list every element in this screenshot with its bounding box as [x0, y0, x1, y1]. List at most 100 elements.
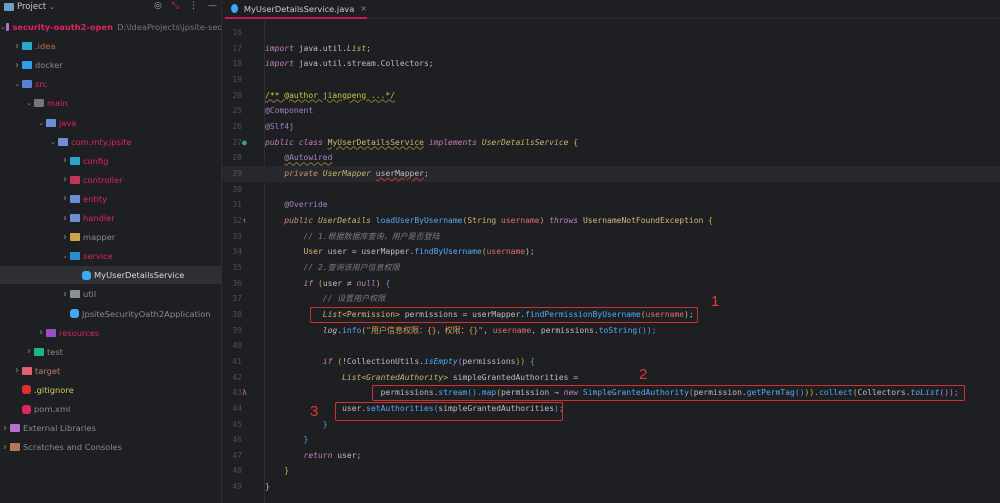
tree-item[interactable]: ⌄ com.mty.jpsite	[0, 133, 222, 151]
code-text: public UserDetails loadUserByUsername(St…	[265, 213, 713, 229]
code-line[interactable]: 17 import java.util.List;	[222, 41, 1000, 57]
chevron-right-icon[interactable]: ›	[60, 289, 70, 300]
code-editor[interactable]: 16 17 import java.util.List; 18 import java.…	[222, 20, 1000, 503]
tree-item[interactable]: › config	[0, 152, 222, 170]
tree-item-label: config	[83, 155, 109, 166]
project-panel-title[interactable]: Project	[17, 2, 46, 12]
tree-item[interactable]: ⌄ java	[0, 114, 222, 132]
code-line[interactable]: 46 }	[222, 432, 1000, 448]
tree-item[interactable]: › External Libraries	[0, 419, 222, 437]
chevron-right-icon[interactable]: ›	[60, 232, 70, 243]
close-icon[interactable]: ×	[360, 4, 367, 13]
code-line[interactable]: 26 @Slf4j	[222, 119, 1000, 135]
code-line[interactable]: 28 @Autowired	[222, 150, 1000, 166]
code-line[interactable]: 36 if (user ≠ null) {	[222, 276, 1000, 292]
code-line[interactable]: 19	[222, 72, 1000, 88]
chevron-right-icon[interactable]: ›	[12, 60, 22, 71]
tree-item[interactable]: › target	[0, 362, 222, 380]
code-line[interactable]: 39 log.info("用户信息权限：{}，权限：{}", username,…	[222, 323, 1000, 339]
minimize-icon[interactable]: —	[208, 1, 217, 11]
code-text: }	[265, 463, 289, 479]
code-line[interactable]: 48 }	[222, 463, 1000, 479]
annotation-label-1: 1	[711, 293, 720, 310]
lambda-icon[interactable]: λ	[242, 385, 247, 401]
code-line[interactable]: 40	[222, 338, 1000, 354]
chevron-down-icon[interactable]: ⌄	[60, 252, 70, 260]
tree-item[interactable]: .gitignore	[0, 381, 222, 399]
more-icon[interactable]: ⋮	[189, 1, 198, 11]
code-line[interactable]: 25 @Component	[222, 103, 1000, 119]
code-token: log	[322, 325, 338, 335]
tree-item[interactable]: › util	[0, 285, 222, 303]
chevron-right-icon[interactable]: ›	[12, 365, 22, 376]
chevron-down-icon[interactable]: ⌄	[48, 138, 58, 146]
code-line[interactable]: 37 // 设置用户权限	[222, 291, 1000, 307]
code-token: ;	[423, 168, 429, 178]
tree-item[interactable]: › handler	[0, 209, 222, 227]
chevron-right-icon[interactable]: ›	[0, 423, 10, 434]
file-icon	[22, 404, 31, 414]
tree-item[interactable]: › entity	[0, 190, 222, 208]
tree-item[interactable]: › test	[0, 343, 222, 361]
folder-icon	[10, 424, 20, 433]
chevron-right-icon[interactable]: ›	[0, 442, 10, 453]
tree-item[interactable]: JpsiteSecurityOath2Application	[0, 305, 222, 323]
bean-icon[interactable]: ●	[242, 135, 247, 151]
tree-item[interactable]: ⌄ security-oauth2-open D:\IdeaProjects\jps…	[0, 18, 222, 36]
chevron-right-icon[interactable]: ›	[24, 346, 34, 357]
tab-myuserdetailsservice[interactable]: MyUserDetailsService.java ×	[225, 0, 367, 19]
code-line[interactable]: 42 List<GrantedAuthority> simpleGrantedA…	[222, 370, 1000, 386]
code-line[interactable]: 30	[222, 182, 1000, 198]
chevron-right-icon[interactable]: ›	[60, 155, 70, 166]
tree-item[interactable]: › .idea	[0, 37, 222, 55]
chevron-down-icon[interactable]: ⌄	[24, 99, 34, 107]
code-line[interactable]: 18 import java.util.stream.Collectors;	[222, 56, 1000, 72]
tree-item[interactable]: › docker	[0, 56, 222, 74]
chevron-down-icon[interactable]: ⌄	[0, 23, 6, 31]
chevron-down-icon[interactable]: ⌄	[12, 80, 22, 88]
code-line[interactable]: 16	[222, 25, 1000, 41]
chevron-right-icon[interactable]: ›	[12, 41, 22, 52]
tree-item[interactable]: ⌄ service	[0, 247, 222, 265]
tree-item[interactable]: MyUserDetailsService	[0, 266, 222, 285]
code-token: UsernameNotFoundException	[582, 215, 704, 225]
code-line[interactable]: 32 ↑ public UserDetails loadUserByUsernam…	[222, 213, 1000, 229]
collapse-icon[interactable]: ⤡	[172, 1, 179, 11]
code-token: info	[342, 325, 362, 335]
tree-item-label: test	[47, 346, 63, 357]
line-number: 47	[232, 450, 242, 460]
code-token: }	[284, 466, 290, 476]
override-icon[interactable]: ↑	[242, 213, 247, 229]
code-text: if (!CollectionUtils.isEmpty(permissions…	[265, 354, 535, 370]
code-line[interactable]: 41 if (!CollectionUtils.isEmpty(permissi…	[222, 354, 1000, 370]
code-token: User	[303, 247, 323, 257]
tree-item[interactable]: › Scratches and Consoles	[0, 438, 222, 456]
line-number: 35	[232, 262, 242, 272]
chevron-down-icon[interactable]: ⌄	[49, 3, 55, 11]
chevron-right-icon[interactable]: ›	[36, 327, 46, 338]
code-line[interactable]: 35 // 2.查询该用户信息权限	[222, 260, 1000, 276]
chevron-down-icon[interactable]: ⌄	[36, 119, 46, 127]
tree-item[interactable]: › resources	[0, 324, 222, 342]
code-line[interactable]: 47 return user;	[222, 448, 1000, 464]
tree-item[interactable]: › controller	[0, 171, 222, 189]
chevron-right-icon[interactable]: ›	[60, 174, 70, 185]
code-line[interactable]: 20 /** @author jiangpeng ...*/	[222, 88, 1000, 104]
code-line[interactable]: 33 // 1.根据数据库查询，用户是否登陆	[222, 229, 1000, 245]
target-icon[interactable]: ◎	[154, 1, 162, 11]
code-line[interactable]: 31 @Override	[222, 197, 1000, 213]
tree-item[interactable]: ⌄ main	[0, 94, 222, 112]
tree-item[interactable]: ⌄ src	[0, 75, 222, 93]
chevron-right-icon[interactable]: ›	[60, 193, 70, 204]
folder-icon	[34, 99, 44, 108]
code-line[interactable]: 49}	[222, 479, 1000, 495]
code-line[interactable]: 29 private UserMapper userMapper;	[222, 165, 1000, 182]
tree-item[interactable]: pom.xml	[0, 400, 222, 418]
code-line[interactable]: 27 ● public class MyUserDetailsService imp…	[222, 135, 1000, 151]
chevron-right-icon[interactable]: ›	[60, 213, 70, 224]
code-line[interactable]: 34 User user = userMapper.findByUsername…	[222, 244, 1000, 260]
tree-item[interactable]: › mapper	[0, 228, 222, 246]
code-token: implements	[423, 137, 482, 147]
